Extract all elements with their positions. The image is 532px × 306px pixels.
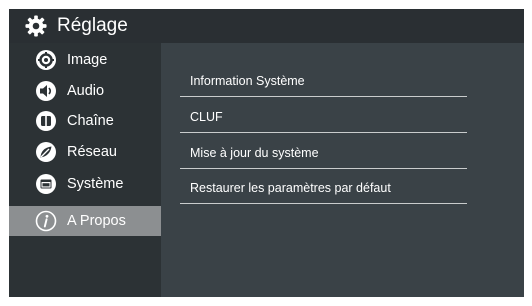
sidebar-item-label: A Propos bbox=[67, 213, 126, 229]
sidebar-item-label: Image bbox=[67, 52, 108, 68]
system-icon bbox=[36, 174, 56, 194]
sidebar-item-about[interactable]: A Propos bbox=[9, 206, 161, 236]
sidebar-item-label: Réseau bbox=[67, 144, 117, 160]
sidebar-item-network[interactable]: Réseau bbox=[9, 137, 161, 167]
menu-item-system-information[interactable]: Information Système bbox=[180, 60, 467, 97]
sidebar: Image Audio Chaîne Réseau Système A Prop… bbox=[9, 43, 161, 297]
sidebar-item-system[interactable]: Système bbox=[9, 169, 161, 199]
menu-item-system-update[interactable]: Mise à jour du système bbox=[180, 132, 467, 169]
menu-item-label: Mise à jour du système bbox=[190, 146, 319, 160]
settings-screen: Réglage Image Audio Chaîne Réseau Systèm… bbox=[9, 9, 524, 297]
sidebar-item-label: Chaîne bbox=[67, 113, 114, 129]
header-bar: Réglage bbox=[9, 9, 524, 43]
sidebar-item-channel[interactable]: Chaîne bbox=[9, 106, 161, 136]
image-settings-icon bbox=[36, 50, 56, 70]
speaker-icon bbox=[36, 81, 56, 101]
channel-icon bbox=[36, 111, 56, 131]
sidebar-item-image[interactable]: Image bbox=[9, 45, 161, 75]
page-title: Réglage bbox=[57, 15, 128, 36]
menu-item-label: Restaurer les paramètres par défaut bbox=[190, 181, 391, 195]
info-icon bbox=[35, 210, 57, 232]
sidebar-item-audio[interactable]: Audio bbox=[9, 76, 161, 106]
sidebar-item-label: Audio bbox=[67, 83, 105, 99]
menu-item-label: Information Système bbox=[190, 74, 305, 88]
menu-item-restore-defaults[interactable]: Restaurer les paramètres par défaut bbox=[180, 167, 467, 204]
menu-item-eula[interactable]: CLUF bbox=[180, 96, 467, 133]
main-menu: Information Système CLUF Mise à jour du … bbox=[161, 43, 524, 297]
gear-icon bbox=[25, 15, 47, 37]
sidebar-item-label: Système bbox=[67, 176, 124, 192]
menu-item-label: CLUF bbox=[190, 110, 223, 124]
network-icon bbox=[36, 142, 56, 162]
